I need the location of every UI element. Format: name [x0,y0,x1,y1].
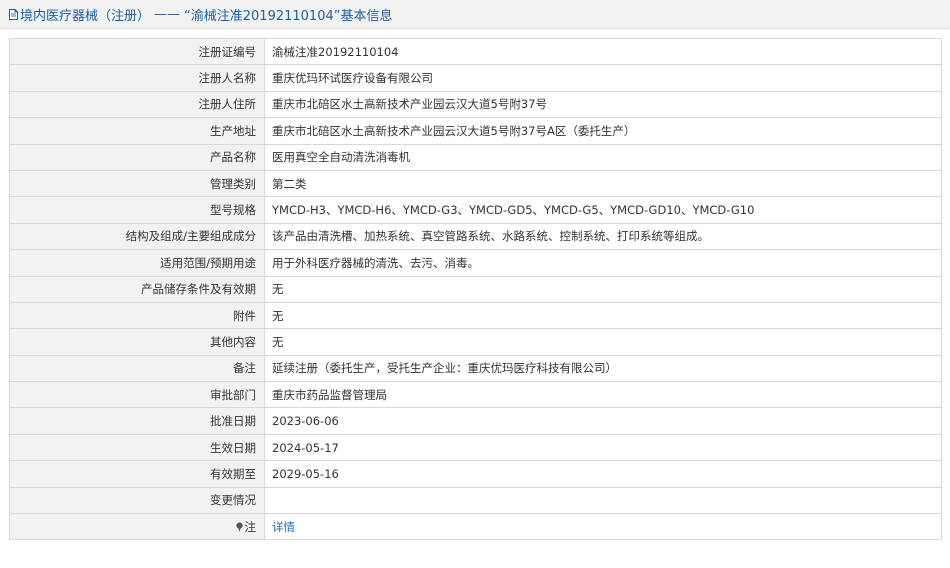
row-value: 无 [264,275,942,303]
note-label-cell: 注 [9,513,265,541]
row-label: 管理类别 [9,169,265,198]
row-label: 结构及组成/主要组成成分 [9,222,265,251]
table-row: 附件 无 [9,301,942,330]
row-label: 注册证编号 [9,37,265,66]
row-value: YMCD-H3、YMCD-H6、YMCD-G3、YMCD-GD5、YMCD-G5… [264,196,942,224]
row-label: 附件 [9,301,265,330]
row-value: 2023-06-06 [264,407,942,435]
note-row: 注 详情 [9,513,942,541]
details-link[interactable]: 详情 [272,520,295,534]
table-row: 管理类别 第二类 [9,169,942,198]
row-value: 重庆市北碚区水土高新技术产业园云汉大道5号附37号A区（委托生产） [264,117,942,145]
row-value: 重庆市药品监督管理局 [264,381,942,409]
table-row: 注册证编号 渝械注准20192110104 [9,37,942,66]
row-label: 产品储存条件及有效期 [9,275,265,303]
table-row: 产品储存条件及有效期 无 [9,275,942,303]
table-row: 产品名称 医用真空全自动清洗消毒机 [9,143,942,171]
row-label: 其他内容 [9,328,265,356]
row-value: 2024-05-17 [264,433,942,462]
table-row: 有效期至 2029-05-16 [9,460,942,488]
info-table: 注册证编号 渝械注准20192110104 注册人名称 重庆优玛环试医疗设备有限… [9,37,942,541]
row-label: 适用范围/预期用途 [9,249,265,277]
table-row: 变更情况 [9,486,942,515]
table-row: 型号规格 YMCD-H3、YMCD-H6、YMCD-G3、YMCD-GD5、YM… [9,196,942,224]
note-label: 注 [244,519,257,534]
note-value-cell: 详情 [264,513,942,541]
row-value: 2029-05-16 [264,460,942,488]
table-row: 注册人名称 重庆优玛环试医疗设备有限公司 [9,64,942,92]
table-row: 适用范围/预期用途 用于外科医疗器械的清洗、去污、消毒。 [9,249,942,277]
row-label: 注册人住所 [9,90,265,119]
row-value: 该产品由清洗槽、加热系统、真空管路系统、水路系统、控制系统、打印系统等组成。 [264,222,942,251]
row-label: 型号规格 [9,196,265,224]
row-label: 注册人名称 [9,64,265,92]
row-label: 生产地址 [9,117,265,145]
row-label: 生效日期 [9,433,265,462]
table-row: 生效日期 2024-05-17 [9,433,942,462]
table-row: 生产地址 重庆市北碚区水土高新技术产业园云汉大道5号附37号A区（委托生产） [9,117,942,145]
header-separator: —— [154,6,181,22]
table-row: 审批部门 重庆市药品监督管理局 [9,381,942,409]
row-value: 重庆优玛环试医疗设备有限公司 [264,64,942,92]
table-row: 备注 延续注册（委托生产，受托生产企业：重庆优玛医疗科技有限公司） [9,354,942,383]
row-label: 备注 [9,354,265,383]
row-label: 审批部门 [9,381,265,409]
row-value: 无 [264,328,942,356]
row-value: 渝械注准20192110104 [264,37,942,66]
row-value: 用于外科医疗器械的清洗、去污、消毒。 [264,249,942,277]
row-value: 延续注册（委托生产，受托生产企业：重庆优玛医疗科技有限公司） [264,354,942,383]
header-category: 境内医疗器械（注册） [20,8,151,24]
row-label: 批准日期 [9,407,265,435]
row-value [264,486,942,515]
pin-icon [235,521,244,532]
row-label: 有效期至 [9,460,265,488]
row-value: 第二类 [264,169,942,198]
row-label: 变更情况 [9,486,265,515]
row-value: 无 [264,301,942,330]
table-row: 批准日期 2023-06-06 [9,407,942,435]
document-icon [9,8,18,20]
table-row: 其他内容 无 [9,328,942,356]
page-header: 境内医疗器械（注册） —— “渝械注准20192110104”基本信息 [0,0,950,29]
row-value: 医用真空全自动清洗消毒机 [264,143,942,171]
table-row: 结构及组成/主要组成成分 该产品由清洗槽、加热系统、真空管路系统、水路系统、控制… [9,222,942,251]
header-title: “渝械注准20192110104”基本信息 [184,8,393,24]
row-value: 重庆市北碚区水土高新技术产业园云汉大道5号附37号 [264,90,942,119]
table-row: 注册人住所 重庆市北碚区水土高新技术产业园云汉大道5号附37号 [9,90,942,119]
row-label: 产品名称 [9,143,265,171]
